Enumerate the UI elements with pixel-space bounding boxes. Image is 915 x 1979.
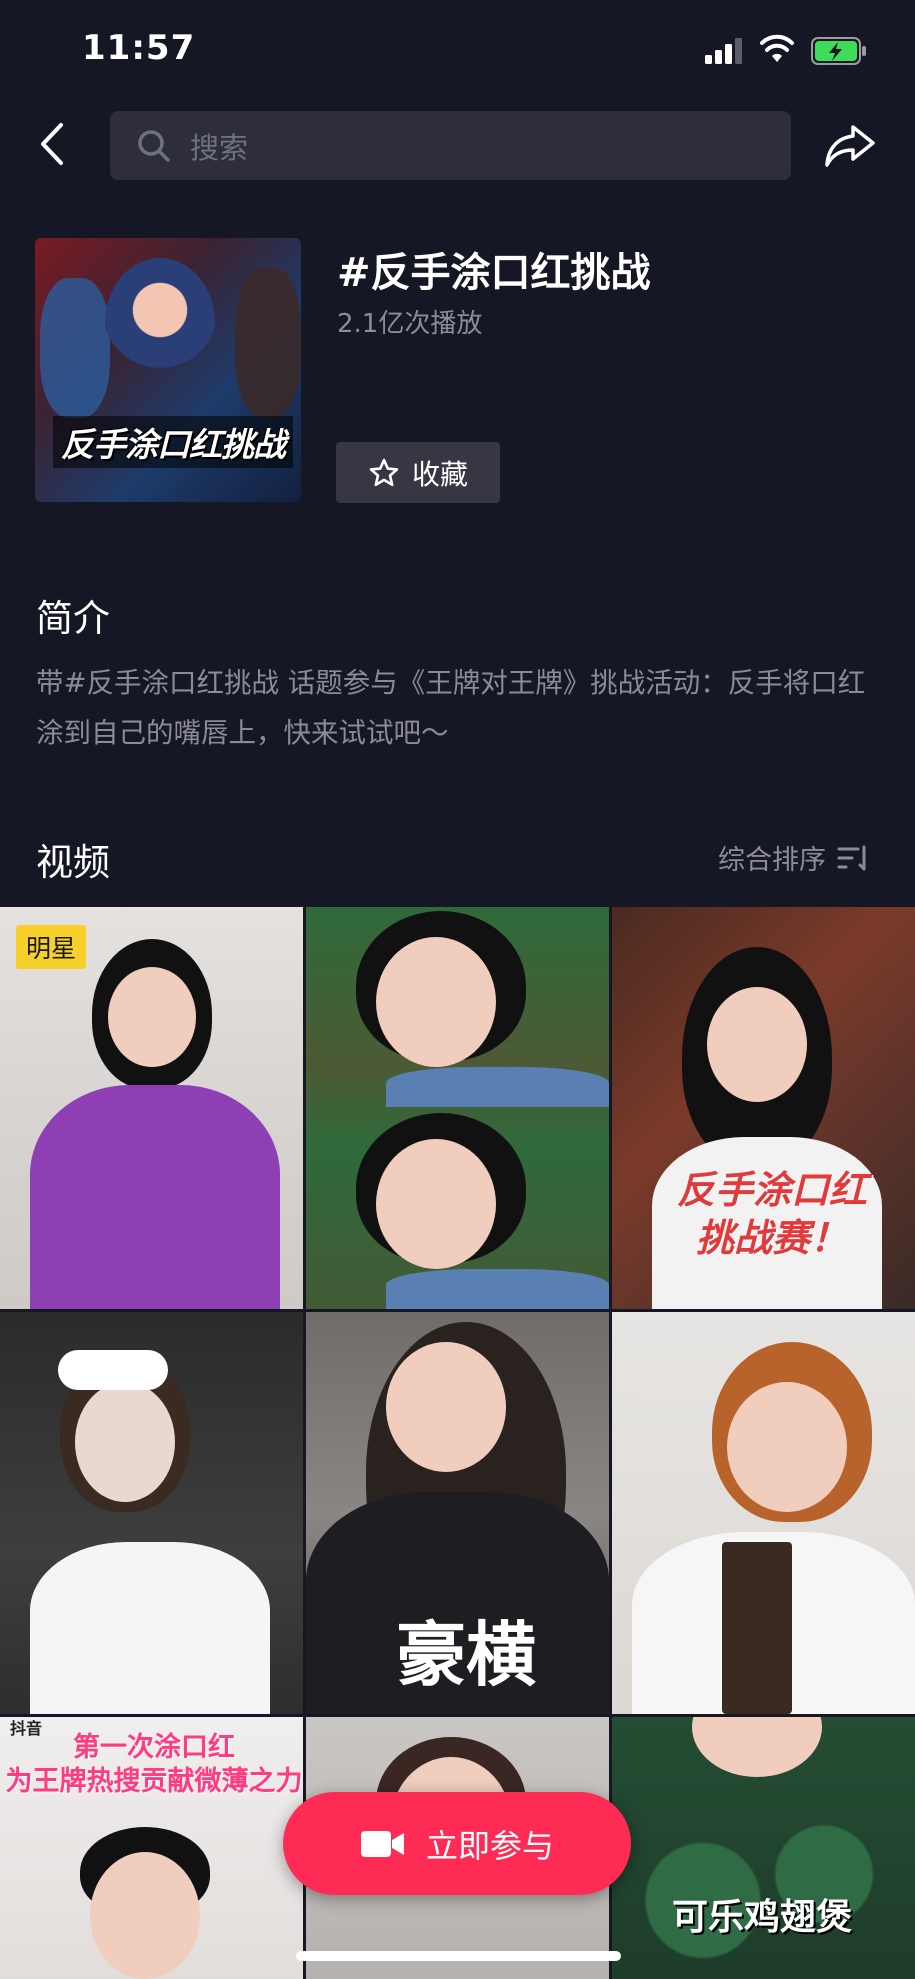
video-tile[interactable] xyxy=(612,1312,915,1714)
share-icon xyxy=(825,125,875,167)
video-overlay-text: 第一次涂口红 为王牌热搜贡献微薄之力 xyxy=(5,1732,303,1797)
intro-heading: 简介 xyxy=(36,597,110,640)
topic-title: #反手涂口红挑战 xyxy=(337,250,651,296)
sort-button[interactable]: 综合排序 xyxy=(718,838,872,877)
join-now-button[interactable]: 立即参与 xyxy=(283,1792,631,1895)
video-tile[interactable]: 第一次涂口红 为王牌热搜贡献微薄之力 抖音 xyxy=(0,1717,303,1979)
video-tile[interactable]: 豪横 xyxy=(306,1312,609,1714)
video-tile[interactable] xyxy=(306,907,609,1309)
video-overlay-text: 反手涂口红 挑战赛！ xyxy=(676,1168,867,1260)
wifi-icon xyxy=(759,34,795,64)
cover-caption: 反手涂口红挑战 xyxy=(53,416,293,468)
back-button[interactable] xyxy=(30,116,74,172)
chevron-left-icon xyxy=(41,123,63,165)
video-overlay-text: 可乐鸡翅煲 xyxy=(671,1897,852,1938)
cellular-signal-icon xyxy=(705,38,745,64)
search-placeholder: 搜索 xyxy=(190,130,249,165)
video-tile[interactable]: 明星 xyxy=(0,907,303,1309)
intro-text: 带#反手涂口红挑战 话题参与《王牌对王牌》挑战活动：反手将口红涂到自己的嘴唇上，… xyxy=(36,667,866,749)
video-tile[interactable] xyxy=(0,1312,303,1714)
video-overlay-text: 豪横 xyxy=(396,1614,536,1696)
star-badge: 明星 xyxy=(16,925,87,969)
videos-heading: 视频 xyxy=(36,841,110,884)
tiktok-watermark: 抖音 xyxy=(10,1719,43,1738)
sort-icon xyxy=(836,843,872,873)
search-icon xyxy=(134,126,174,166)
collect-button[interactable]: 收藏 xyxy=(336,442,500,503)
video-camera-icon xyxy=(360,1828,406,1860)
home-indicator[interactable] xyxy=(296,1951,621,1961)
video-tile[interactable]: 反手涂口红 挑战赛！ xyxy=(612,907,915,1309)
sort-label: 综合排序 xyxy=(718,845,826,876)
share-button[interactable] xyxy=(820,118,880,174)
topic-cover-image: 反手涂口红挑战 xyxy=(35,238,301,502)
collect-label: 收藏 xyxy=(411,457,468,491)
topic-page: 11:57 搜索 反手涂口红挑战 #反手涂口红挑战 2.1亿次播放 收藏 简介 … xyxy=(0,0,915,1979)
status-time: 11:57 xyxy=(82,28,196,68)
battery-charging-icon xyxy=(811,37,867,65)
star-outline-icon xyxy=(368,457,400,489)
search-input[interactable]: 搜索 xyxy=(110,111,791,180)
join-now-label: 立即参与 xyxy=(425,1826,554,1865)
video-tile[interactable]: 可乐鸡翅煲 xyxy=(612,1717,915,1979)
play-count: 2.1亿次播放 xyxy=(337,309,483,339)
